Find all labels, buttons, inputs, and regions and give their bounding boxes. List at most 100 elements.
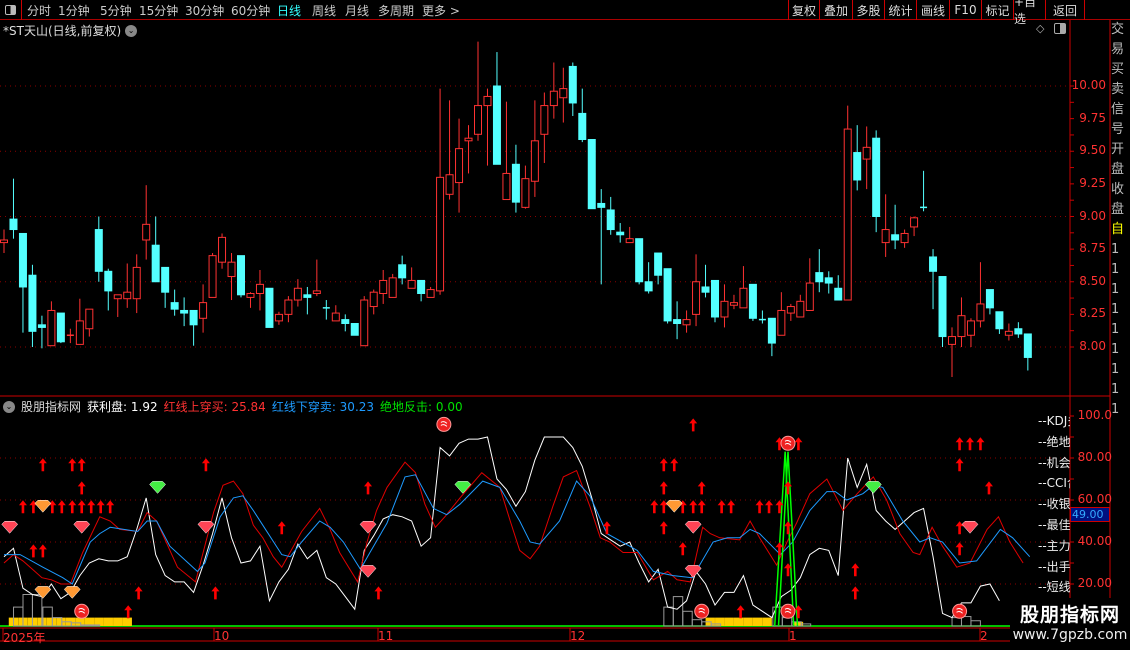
up-arrow-icon: [670, 458, 679, 472]
candle-body: [521, 178, 530, 208]
candle-body: [559, 88, 568, 99]
histogram-bar: [951, 617, 962, 627]
strip-glyph: 开: [1111, 142, 1125, 157]
strip-glyph: 卖: [1111, 82, 1125, 97]
candle-body: [436, 176, 445, 292]
red-diamond-icon: [73, 521, 91, 534]
candle-body: [218, 236, 227, 263]
up-arrow-icon: [659, 481, 668, 495]
strip-glyph: 收: [1111, 182, 1125, 197]
candle-body: [843, 128, 852, 301]
candle-body: [341, 319, 350, 325]
candle-body: [701, 286, 710, 293]
profit-value: 获利盘: 1.92: [87, 400, 158, 414]
green-diamond-icon: [864, 481, 882, 494]
up-arrow-icon: [38, 544, 47, 558]
candle-body: [1004, 330, 1013, 336]
red-cross-buy-value: 红线上穿买: 25.84: [163, 400, 266, 414]
up-arrow-icon: [984, 481, 993, 495]
candle-body: [834, 287, 843, 301]
white-line: [3, 436, 1000, 619]
candle-body: [113, 294, 122, 300]
chevron-down-icon[interactable]: ⌄: [3, 400, 15, 413]
candle-body: [900, 232, 909, 244]
candle-body: [312, 290, 321, 294]
candle-body: [881, 229, 890, 244]
up-arrow-icon: [659, 521, 668, 535]
panel-toggle-icon[interactable]: [1054, 23, 1066, 34]
up-arrow-icon: [134, 586, 143, 600]
candle-body: [796, 300, 805, 318]
candle-body: [28, 274, 37, 332]
candle-body: [777, 309, 786, 336]
chart-canvas[interactable]: [0, 0, 1130, 650]
candle-body: [255, 283, 264, 294]
indicator-tick-label: 100.0: [1077, 408, 1112, 422]
up-arrow-icon: [736, 605, 745, 619]
up-arrow-icon: [689, 500, 698, 514]
candle-body: [274, 313, 283, 322]
candle-body: [635, 238, 644, 283]
strip-glyph: 1: [1111, 322, 1120, 337]
up-arrow-icon: [851, 563, 860, 577]
candle-body: [530, 140, 539, 182]
strip-glyph: 1: [1111, 402, 1120, 417]
date-label: 10: [214, 629, 230, 643]
candle-body: [929, 256, 938, 272]
yellow-bar: [122, 617, 132, 626]
candle-body: [938, 276, 947, 338]
strip-glyph: 信: [1111, 102, 1125, 117]
strip-glyph: 自: [1111, 222, 1125, 237]
diamond-icon[interactable]: ◇: [1036, 22, 1044, 35]
candle-body: [578, 112, 587, 141]
candle-body: [511, 163, 520, 203]
indicator-line-label: --机会来: [1038, 455, 1070, 470]
up-arrow-icon: [211, 586, 220, 600]
watermark-url: www.7gpzb.com: [1012, 627, 1128, 643]
candle-body: [692, 281, 701, 315]
red-diamond-icon: [1, 521, 19, 534]
up-arrow-icon: [697, 500, 706, 514]
date-label: 2025年: [3, 631, 46, 645]
indicator-tick-label: 80.00: [1077, 450, 1112, 464]
candle-body: [189, 309, 198, 326]
up-arrow-icon: [277, 521, 286, 535]
up-arrow-icon: [374, 586, 383, 600]
yellow-bar: [715, 617, 725, 626]
yellow-bar: [103, 617, 113, 626]
candle-body: [94, 229, 103, 272]
red-diamond-icon: [684, 521, 702, 534]
candle-body: [748, 283, 757, 319]
yellow-bar: [752, 617, 763, 626]
yellow-bar: [743, 617, 753, 626]
price-tick-label: 8.25: [1079, 306, 1106, 321]
candle-body: [891, 234, 900, 241]
candle-body: [985, 289, 994, 309]
candle-body: [616, 231, 625, 236]
up-arrow-icon: [678, 542, 687, 556]
rebound-value: 绝地反击: 0.00: [380, 400, 463, 414]
candle-body: [948, 336, 956, 345]
candle-body: [673, 319, 682, 325]
date-label: 2: [980, 629, 988, 643]
strip-glyph: 1: [1111, 342, 1120, 357]
up-arrow-icon: [727, 500, 736, 514]
yellow-bar: [724, 617, 734, 626]
price-tick-label: 8.00: [1079, 339, 1106, 353]
up-arrow-icon: [851, 586, 860, 600]
orange-diamond-icon: [34, 586, 52, 599]
indicator-tick-label: 60.00: [1077, 492, 1112, 506]
candle-body: [284, 299, 293, 315]
candle-body: [464, 137, 473, 142]
candle-body: [872, 137, 881, 217]
candle-body: [360, 299, 369, 347]
candle-body: [1023, 333, 1032, 358]
histogram-bar: [663, 606, 674, 627]
strip-glyph: 1: [1111, 382, 1120, 397]
indicator-line-label: --短线买: [1038, 580, 1070, 595]
strip-glyph: 交: [1111, 22, 1125, 37]
candle-body: [1014, 328, 1023, 335]
up-arrow-icon: [57, 500, 66, 514]
date-label: 12: [570, 629, 586, 643]
candle-body: [208, 255, 217, 298]
